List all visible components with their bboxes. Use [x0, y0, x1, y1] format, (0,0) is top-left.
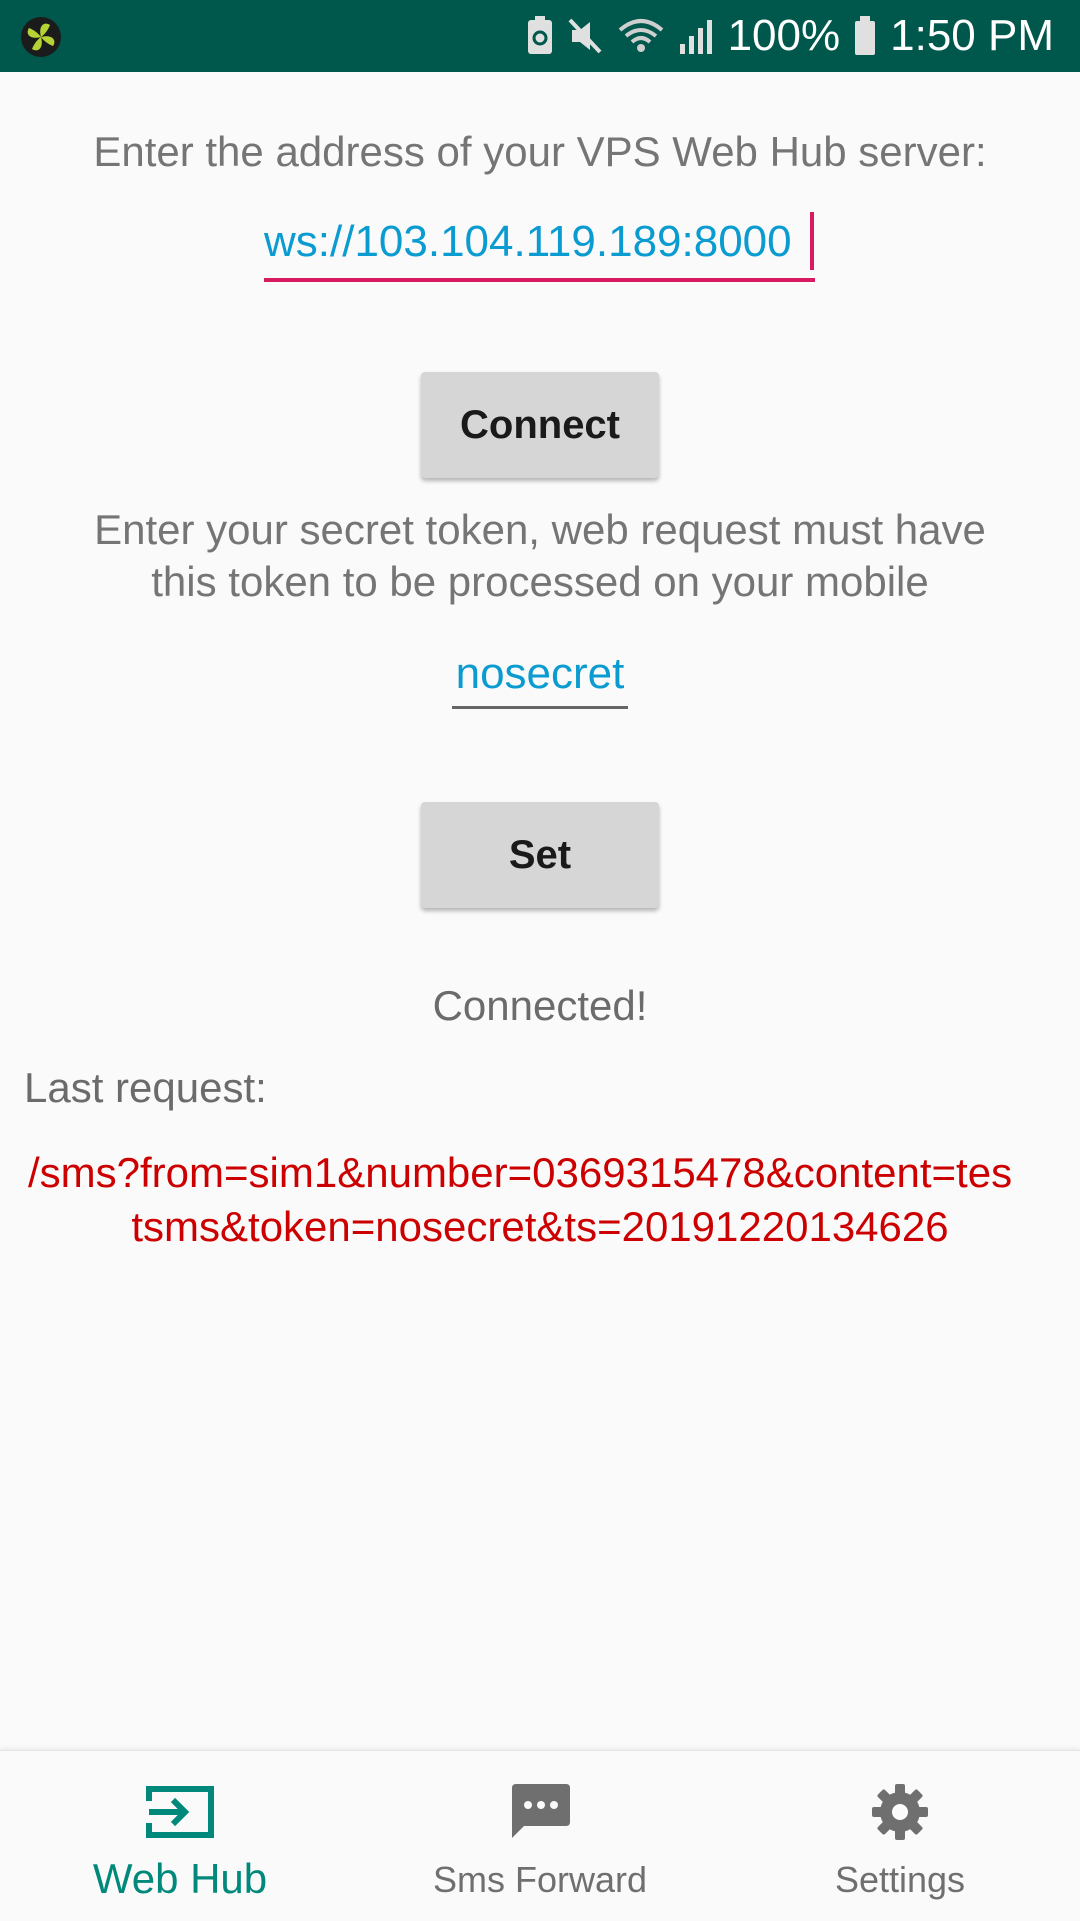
nav-label-sms-forward: Sms Forward [432, 1859, 648, 1900]
nav-label-settings: Settings [834, 1859, 966, 1900]
input-icon [145, 1777, 215, 1847]
server-address-input[interactable]: ws://103.104.119.189:8000 [264, 214, 814, 270]
signal-icon [678, 16, 714, 56]
status-bar: 100% 1:50 PM [0, 0, 1080, 72]
text-cursor [810, 212, 814, 270]
token-underline [452, 706, 628, 709]
connect-button[interactable]: Connect [421, 372, 659, 478]
battery-saver-icon [526, 16, 554, 56]
app-fan-icon [20, 16, 62, 58]
mute-icon [568, 16, 604, 56]
token-label-line1: Enter your secret token, web request mus… [94, 506, 986, 553]
gear-icon [870, 1777, 930, 1847]
nav-web-hub[interactable]: Web Hub [0, 1751, 360, 1921]
nav-settings[interactable]: Settings [720, 1751, 1080, 1921]
nav-sms-forward[interactable]: Sms Forward [360, 1751, 720, 1921]
connection-status: Connected! [432, 982, 648, 1029]
wifi-icon [618, 16, 664, 56]
server-address-label: Enter the address of your VPS Web Hub se… [93, 128, 987, 175]
last-request-line1: /sms?from=sim1&number=0369315478&content… [28, 1149, 1013, 1196]
set-button[interactable]: Set [421, 802, 659, 908]
battery-percent: 100% [727, 11, 841, 60]
token-input[interactable]: nosecret [452, 646, 628, 702]
last-request-label: Last request: [24, 1064, 267, 1111]
server-address-underline [264, 278, 815, 282]
last-request-line2: tsms&token=nosecret&ts=20191220134626 [131, 1203, 949, 1250]
bottom-navigation: Web Hub Sms Forward Settings [0, 1750, 1080, 1921]
nav-label-web-hub: Web Hub [92, 1855, 268, 1902]
token-label-line2: this token to be processed on your mobil… [151, 558, 929, 605]
message-icon [508, 1777, 572, 1847]
battery-icon [854, 16, 876, 56]
clock: 1:50 PM [890, 11, 1054, 60]
